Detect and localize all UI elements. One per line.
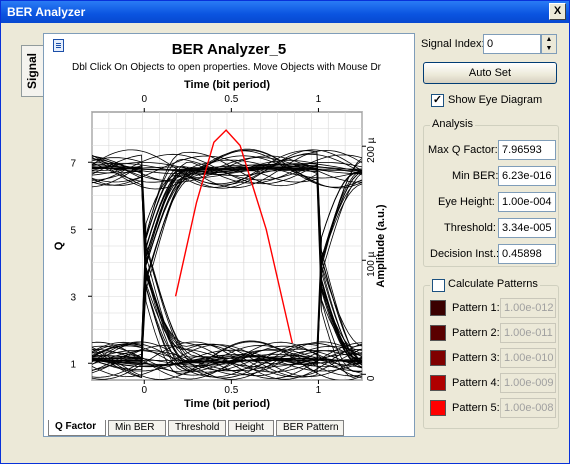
pattern-label-4: Pattern 4: <box>452 377 500 389</box>
analysis-title: Analysis <box>430 118 475 130</box>
pattern-label-5: Pattern 5: <box>452 402 500 414</box>
y-right-tick-label: 200 µ <box>366 137 377 162</box>
show-eye-label: Show Eye Diagram <box>448 94 543 106</box>
pattern-color-4[interactable] <box>430 375 446 391</box>
y-left-tick-label: 3 <box>70 292 76 303</box>
pattern-label-1: Pattern 1: <box>452 302 500 314</box>
pattern-value-4: 1.00e-009 <box>500 373 556 393</box>
auto-set-button[interactable]: Auto Set <box>423 62 557 84</box>
y-left-tick-label: 1 <box>70 359 76 370</box>
y-left-tick-label: 5 <box>70 225 76 236</box>
close-button[interactable]: X <box>549 3 566 20</box>
y-left-tick-label: 7 <box>70 158 76 169</box>
x-axis-label-bottom: Time (bit period) <box>184 398 270 410</box>
ber-analyzer-window: BER Analyzer X Signal BER Analyzer_5 Dbl… <box>0 0 570 464</box>
tab-threshold[interactable]: Threshold <box>168 420 226 436</box>
tab-height[interactable]: Height <box>228 420 274 436</box>
signal-index-stepper[interactable]: ▲ ▼ <box>541 34 557 54</box>
pattern-color-1[interactable] <box>430 300 446 316</box>
y-right-tick-label: 0 <box>366 375 377 381</box>
tab-signal-label: Signal <box>25 53 39 90</box>
pattern-color-3[interactable] <box>430 350 446 366</box>
pattern-color-5[interactable] <box>430 400 446 416</box>
spin-up-icon[interactable]: ▲ <box>542 35 556 44</box>
title-bar: BER Analyzer X <box>1 1 569 23</box>
y-axis-label-left: Q <box>53 241 65 250</box>
signal-index-label: Signal Index: <box>421 38 485 50</box>
x-tick-label-bottom: 0 <box>141 385 147 396</box>
signal-index-input[interactable]: 0 <box>483 34 541 54</box>
patterns-title: Calculate Patterns <box>430 278 540 290</box>
close-icon: X <box>553 5 562 17</box>
pattern-value-3: 1.00e-010 <box>500 348 556 368</box>
tab-q-factor[interactable]: Q Factor <box>48 420 106 436</box>
decision-inst-value: 0.45898 <box>498 244 556 264</box>
max-q-value: 7.96593 <box>498 140 556 160</box>
decision-inst-label: Decision Inst.: <box>430 248 500 260</box>
x-tick-label-bottom: 0.5 <box>224 385 238 396</box>
min-ber-label: Min BER: <box>452 170 499 182</box>
pattern-label-3: Pattern 3: <box>452 352 500 364</box>
x-tick-label-bottom: 1 <box>316 385 322 396</box>
min-ber-value: 6.23e-016 <box>498 166 556 186</box>
x-axis-label-top: Time (bit period) <box>184 79 270 91</box>
pattern-label-2: Pattern 2: <box>452 327 500 339</box>
patterns-group: Calculate Patterns Pattern 1: 1.00e-012 Pa… <box>423 278 559 429</box>
eye-height-label: Eye Height: <box>438 196 495 208</box>
threshold-label: Threshold: <box>444 222 496 234</box>
calculate-patterns-checkbox[interactable] <box>432 279 445 292</box>
spin-down-icon[interactable]: ▼ <box>542 44 556 53</box>
show-eye-checkbox[interactable]: ✓ <box>431 94 444 107</box>
x-tick-label-top: 0.5 <box>224 94 238 105</box>
pattern-color-2[interactable] <box>430 325 446 341</box>
threshold-value: 3.34e-005 <box>498 218 556 238</box>
plot-panel[interactable]: BER Analyzer_5 Dbl Click On Objects to o… <box>43 33 415 437</box>
tab-min-ber[interactable]: Min BER <box>108 420 166 436</box>
pattern-value-2: 1.00e-011 <box>500 323 556 343</box>
ber-chart[interactable]: 000.50.51113570100 µ200 µTime (bit perio… <box>44 34 416 424</box>
pattern-value-5: 1.00e-008 <box>500 398 556 418</box>
y-axis-label-right: Amplitude (a.u.) <box>375 204 387 287</box>
window-title: BER Analyzer <box>7 5 86 19</box>
tab-ber-pattern[interactable]: BER Pattern <box>276 420 344 436</box>
eye-height-value: 1.00e-004 <box>498 192 556 212</box>
x-tick-label-top: 1 <box>316 94 322 105</box>
pattern-value-1: 1.00e-012 <box>500 298 556 318</box>
analysis-group: Analysis Max Q Factor: 7.96593 Min BER: … <box>423 118 559 267</box>
x-tick-label-top: 0 <box>141 94 147 105</box>
max-q-label: Max Q Factor: <box>428 144 498 156</box>
tab-signal[interactable]: Signal <box>21 45 43 97</box>
